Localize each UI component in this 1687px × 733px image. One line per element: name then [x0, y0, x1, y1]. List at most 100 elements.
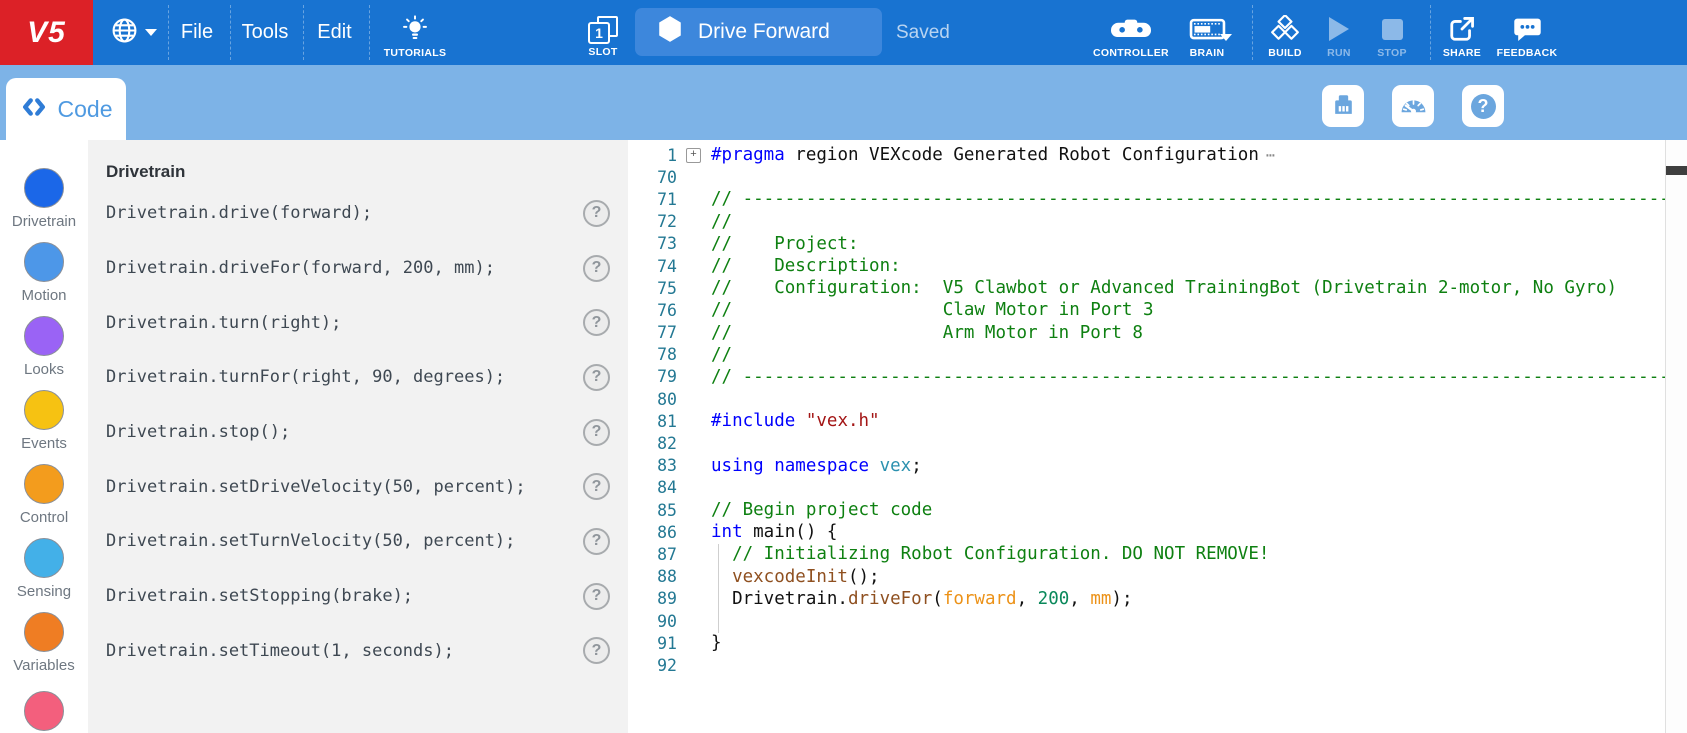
- line-number: 80: [628, 390, 677, 409]
- category-motion[interactable]: Motion: [0, 242, 88, 304]
- command-code[interactable]: Drivetrain.setTimeout(1, seconds);: [106, 641, 454, 661]
- feedback-button[interactable]: FEEDBACK: [1492, 0, 1562, 69]
- command-code[interactable]: Drivetrain.driveFor(forward, 200, mm);: [106, 258, 495, 278]
- fold-expand-icon[interactable]: +: [686, 148, 701, 163]
- code-line[interactable]: 83using namespace vex;: [628, 455, 1666, 477]
- code-line[interactable]: 74// Description:: [628, 255, 1666, 277]
- editor-scrollbar[interactable]: [1665, 140, 1687, 733]
- category-dot[interactable]: [24, 691, 64, 731]
- category-looks[interactable]: Looks: [0, 316, 88, 378]
- help-circle-button[interactable]: ?: [583, 583, 610, 610]
- code-line[interactable]: 92: [628, 654, 1666, 676]
- help-circle-button[interactable]: ?: [583, 255, 610, 282]
- project-name-button[interactable]: Drive Forward: [635, 8, 882, 56]
- command-code[interactable]: Drivetrain.setStopping(brake);: [106, 586, 413, 606]
- code-text: vexcodeInit();: [711, 567, 880, 587]
- code-line[interactable]: 89 Drivetrain.driveFor(forward, 200, mm)…: [628, 588, 1666, 610]
- category-events[interactable]: Events: [0, 390, 88, 452]
- code-line[interactable]: 79// -----------------------------------…: [628, 366, 1666, 388]
- code-line[interactable]: 85// Begin project code: [628, 499, 1666, 521]
- help-circle-button[interactable]: ?: [583, 637, 610, 664]
- command-code[interactable]: Drivetrain.setTurnVelocity(50, percent);: [106, 531, 515, 551]
- command-row[interactable]: Drivetrain.stop(); ?: [88, 405, 628, 460]
- controller-button[interactable]: CONTROLLER: [1090, 0, 1172, 69]
- help-circle-button[interactable]: ?: [583, 309, 610, 336]
- category-control[interactable]: Control: [0, 464, 88, 526]
- dashboard-button[interactable]: [1392, 85, 1434, 127]
- category-dot[interactable]: [24, 168, 64, 208]
- category-dot[interactable]: [24, 242, 64, 282]
- vexcode-app: V5 File Tools Edit: [0, 0, 1687, 733]
- code-editor[interactable]: 1+#pragma region VEXcode Generated Robot…: [628, 140, 1687, 733]
- menu-tools[interactable]: Tools: [233, 0, 297, 65]
- category-dot[interactable]: [24, 612, 64, 652]
- code-line[interactable]: 75// Configuration: V5 Clawbot or Advanc…: [628, 277, 1666, 299]
- category-dot[interactable]: [24, 538, 64, 578]
- menu-file[interactable]: File: [170, 0, 224, 65]
- command-row[interactable]: Drivetrain.driveFor(forward, 200, mm); ?: [88, 241, 628, 296]
- code-line[interactable]: 86int main() {: [628, 521, 1666, 543]
- build-button[interactable]: BUILD: [1260, 0, 1310, 69]
- command-row[interactable]: Drivetrain.turn(right); ?: [88, 295, 628, 350]
- command-row[interactable]: Drivetrain.drive(forward); ?: [88, 186, 628, 241]
- stop-button[interactable]: STOP: [1368, 0, 1416, 69]
- scrollbar-thumb[interactable]: [1666, 166, 1687, 175]
- code-line[interactable]: 71// -----------------------------------…: [628, 188, 1666, 210]
- code-line[interactable]: 1+#pragma region VEXcode Generated Robot…: [628, 144, 1666, 166]
- code-line[interactable]: 80: [628, 388, 1666, 410]
- chevron-down-icon: [1220, 34, 1232, 41]
- code-line[interactable]: 90: [628, 610, 1666, 632]
- code-text: // -------------------------------------…: [711, 367, 1687, 387]
- command-row[interactable]: Drivetrain.setStopping(brake); ?: [88, 569, 628, 624]
- code-line[interactable]: 88 vexcodeInit();: [628, 566, 1666, 588]
- category-dot[interactable]: [24, 316, 64, 356]
- command-code[interactable]: Drivetrain.setDriveVelocity(50, percent)…: [106, 477, 526, 497]
- help-circle-button[interactable]: ?: [583, 473, 610, 500]
- code-line[interactable]: 84: [628, 477, 1666, 499]
- menu-edit[interactable]: Edit: [306, 0, 363, 65]
- code-line[interactable]: 82: [628, 432, 1666, 454]
- help-circle-button[interactable]: ?: [583, 419, 610, 446]
- code-text: //: [711, 212, 732, 232]
- category-variables[interactable]: Variables: [0, 612, 88, 674]
- code-line[interactable]: 70: [628, 166, 1666, 188]
- tab-code[interactable]: Code: [6, 78, 126, 140]
- code-line[interactable]: 91}: [628, 632, 1666, 654]
- command-code[interactable]: Drivetrain.turnFor(right, 90, degrees);: [106, 367, 505, 387]
- device-info-button[interactable]: [1322, 85, 1364, 127]
- code-line[interactable]: 81#include "vex.h": [628, 410, 1666, 432]
- category-sensing[interactable]: Sensing: [0, 538, 88, 600]
- code-line[interactable]: 73// Project:: [628, 233, 1666, 255]
- code-line[interactable]: 77// Arm Motor in Port 8: [628, 322, 1666, 344]
- help-circle-button[interactable]: ?: [583, 200, 610, 227]
- folded-region-ellipsis[interactable]: ⋯: [1266, 146, 1275, 164]
- code-line[interactable]: 78//: [628, 344, 1666, 366]
- command-code[interactable]: Drivetrain.turn(right);: [106, 313, 341, 333]
- command-code[interactable]: Drivetrain.drive(forward);: [106, 203, 372, 223]
- help-circle-button[interactable]: ?: [583, 364, 610, 391]
- tutorials-button[interactable]: TUTORIALS: [372, 0, 458, 69]
- category-dot[interactable]: [24, 390, 64, 430]
- run-button[interactable]: RUN: [1316, 0, 1362, 69]
- line-number: 87: [628, 545, 677, 564]
- code-line[interactable]: 76// Claw Motor in Port 3: [628, 299, 1666, 321]
- project-name: Drive Forward: [698, 20, 830, 44]
- help-button[interactable]: ?: [1462, 85, 1504, 127]
- command-panel: Drivetrain Drivetrain.drive(forward); ? …: [88, 140, 628, 733]
- command-code[interactable]: Drivetrain.stop();: [106, 422, 290, 442]
- command-row[interactable]: Drivetrain.setTimeout(1, seconds); ?: [88, 624, 628, 679]
- line-number: 78: [628, 345, 677, 364]
- slot-button[interactable]: 1 SLOT: [580, 0, 626, 69]
- code-line[interactable]: 87 // Initializing Robot Configuration. …: [628, 543, 1666, 565]
- command-row[interactable]: Drivetrain.setDriveVelocity(50, percent)…: [88, 459, 628, 514]
- category-drivetrain[interactable]: Drivetrain: [0, 168, 88, 230]
- command-row[interactable]: Drivetrain.turnFor(right, 90, degrees); …: [88, 350, 628, 405]
- category-more[interactable]: [0, 691, 88, 733]
- help-circle-button[interactable]: ?: [583, 528, 610, 555]
- language-menu-button[interactable]: [104, 0, 164, 65]
- command-row[interactable]: Drivetrain.setTurnVelocity(50, percent);…: [88, 514, 628, 569]
- brain-button[interactable]: BRAIN: [1176, 0, 1238, 69]
- code-line[interactable]: 72//: [628, 211, 1666, 233]
- category-dot[interactable]: [24, 464, 64, 504]
- share-button[interactable]: SHARE: [1436, 0, 1488, 69]
